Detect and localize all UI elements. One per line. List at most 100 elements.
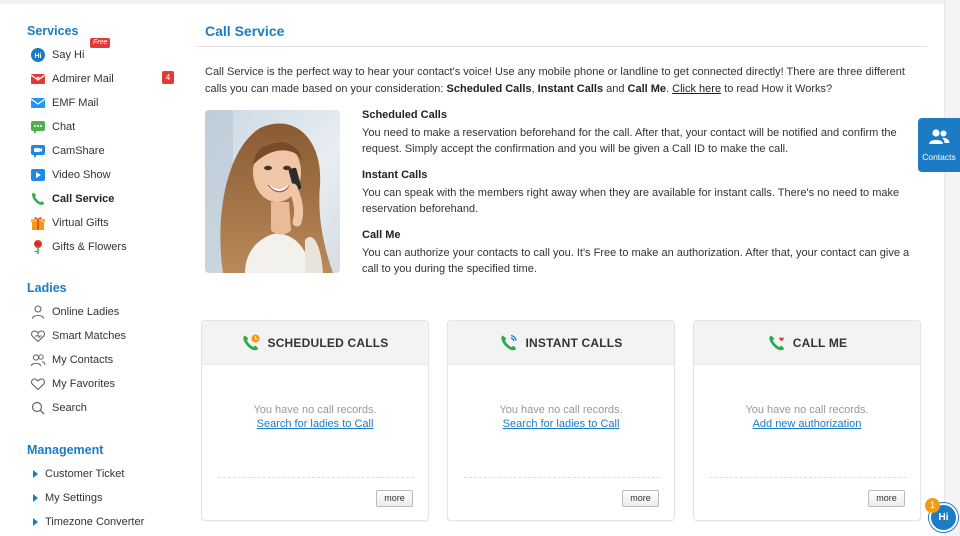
services-heading: Services bbox=[27, 24, 79, 38]
sidebar-item-my-settings[interactable]: My Settings bbox=[33, 490, 102, 506]
sidebar-item-label: Call Service bbox=[52, 193, 115, 205]
admirer-mail-icon bbox=[30, 71, 46, 87]
contacts-side-tab[interactable]: Contacts bbox=[918, 118, 960, 172]
intro-call-me: Call Me bbox=[627, 82, 667, 95]
sidebar-item-label: Smart Matches bbox=[52, 330, 126, 342]
how-it-works-link[interactable]: Click here bbox=[672, 83, 721, 95]
instant-calls-card: INSTANT CALLS You have no call records. … bbox=[447, 320, 675, 521]
sidebar-item-emf-mail[interactable]: EMF Mail bbox=[30, 94, 98, 112]
more-button[interactable]: more bbox=[376, 490, 413, 507]
instant-calls-description: Instant Calls You can speak with the mem… bbox=[362, 167, 922, 218]
user-icon bbox=[30, 304, 46, 320]
sidebar-item-label: Search bbox=[52, 402, 87, 414]
sidebar-item-my-contacts[interactable]: My Contacts bbox=[30, 351, 113, 369]
sidebar-item-label: Virtual Gifts bbox=[52, 217, 109, 229]
sidebar-item-call-service[interactable]: Call Service bbox=[30, 190, 114, 208]
scheduled-calls-description: Scheduled Calls You need to make a reser… bbox=[362, 107, 922, 158]
woman-on-phone-photo bbox=[205, 110, 340, 273]
phone-icon bbox=[30, 191, 46, 207]
sidebar-item-online-ladies[interactable]: Online Ladies bbox=[30, 303, 119, 321]
sidebar-item-label: Online Ladies bbox=[52, 306, 120, 318]
add-authorization-link[interactable]: Add new authorization bbox=[694, 418, 920, 430]
description-text: You can speak with the members right awa… bbox=[362, 186, 900, 216]
call-me-card: CALL ME You have no call records. Add ne… bbox=[693, 320, 921, 521]
card-title: INSTANT CALLS bbox=[525, 335, 623, 350]
page-title: Call Service bbox=[205, 23, 285, 39]
card-title: SCHEDULED CALLS bbox=[267, 335, 389, 350]
call-me-icon bbox=[767, 333, 787, 353]
sidebar-item-virtual-gifts[interactable]: Virtual Gifts bbox=[30, 214, 109, 232]
heart-outline-icon bbox=[30, 328, 46, 344]
card-header: CALL ME bbox=[694, 321, 920, 365]
contacts-icon bbox=[929, 129, 950, 144]
sidebar-item-smart-matches[interactable]: Smart Matches bbox=[30, 327, 126, 345]
card-divider bbox=[710, 477, 906, 478]
title-divider bbox=[196, 46, 927, 47]
sidebar-item-say-hi[interactable]: Hi Say Hi Free bbox=[30, 38, 111, 64]
call-me-description: Call Me You can authorize your contacts … bbox=[362, 227, 922, 278]
sidebar-item-label: Gifts & Flowers bbox=[52, 241, 127, 253]
description-title: Scheduled Calls bbox=[362, 109, 447, 121]
contacts-tab-label: Contacts bbox=[922, 152, 956, 162]
card-divider bbox=[218, 477, 414, 478]
sidebar-item-search[interactable]: Search bbox=[30, 399, 87, 417]
sidebar-item-label: EMF Mail bbox=[52, 97, 99, 109]
flower-icon bbox=[30, 239, 46, 255]
more-button[interactable]: more bbox=[868, 490, 905, 507]
intro-instant-calls: Instant Calls bbox=[537, 82, 604, 95]
intro-paragraph: Call Service is the perfect way to hear … bbox=[205, 64, 927, 97]
intro-text-end: to read How it Works? bbox=[721, 82, 833, 95]
intro-separator: and bbox=[603, 82, 628, 95]
card-divider bbox=[464, 477, 660, 478]
sidebar-item-customer-ticket[interactable]: Customer Ticket bbox=[33, 466, 124, 482]
caret-right-icon bbox=[33, 494, 38, 502]
card-header: SCHEDULED CALLS bbox=[202, 321, 428, 365]
card-title: CALL ME bbox=[792, 335, 848, 350]
sidebar-item-label: Video Show bbox=[52, 169, 111, 181]
sidebar-item-label: Admirer Mail bbox=[52, 73, 114, 85]
intro-scheduled-calls: Scheduled Calls bbox=[446, 82, 532, 95]
caret-right-icon bbox=[33, 470, 38, 478]
say-hi-icon: Hi bbox=[30, 47, 46, 63]
mail-icon bbox=[30, 95, 46, 111]
description-title: Call Me bbox=[362, 229, 401, 241]
empty-records-text: You have no call records. bbox=[499, 404, 623, 416]
instant-call-icon bbox=[499, 333, 519, 353]
sidebar-item-timezone-converter[interactable]: Timezone Converter bbox=[33, 514, 144, 530]
sidebar-item-video-show[interactable]: Video Show bbox=[30, 166, 111, 184]
sidebar-item-label: My Favorites bbox=[52, 378, 115, 390]
chat-icon bbox=[30, 119, 46, 135]
empty-records-text: You have no call records. bbox=[745, 404, 869, 416]
sidebar: Services Hi Say Hi Free Admirer Mail 4 E… bbox=[0, 0, 185, 536]
sidebar-item-gifts-flowers[interactable]: Gifts & Flowers bbox=[30, 238, 127, 256]
video-icon bbox=[30, 167, 46, 183]
sidebar-item-chat[interactable]: Chat bbox=[30, 118, 75, 136]
caret-right-icon bbox=[33, 518, 38, 526]
search-icon bbox=[30, 400, 46, 416]
more-button[interactable]: more bbox=[622, 490, 659, 507]
sidebar-item-admirer-mail[interactable]: Admirer Mail 4 bbox=[30, 70, 174, 88]
sidebar-item-label: Timezone Converter bbox=[45, 516, 145, 528]
gift-icon bbox=[30, 215, 46, 231]
search-ladies-link[interactable]: Search for ladies to Call bbox=[202, 418, 428, 430]
heart-icon bbox=[30, 376, 46, 392]
search-ladies-link[interactable]: Search for ladies to Call bbox=[448, 418, 674, 430]
contacts-icon bbox=[30, 352, 46, 368]
sidebar-item-label: CamShare bbox=[52, 145, 105, 157]
management-heading: Management bbox=[27, 443, 104, 457]
description-text: You need to make a reservation beforehan… bbox=[362, 126, 897, 156]
description-text: You can authorize your contacts to call … bbox=[362, 246, 910, 276]
card-header: INSTANT CALLS bbox=[448, 321, 674, 365]
sidebar-item-my-favorites[interactable]: My Favorites bbox=[30, 375, 115, 393]
sidebar-item-label: Chat bbox=[52, 121, 76, 133]
sidebar-item-label: My Settings bbox=[45, 492, 103, 504]
svg-text:Hi: Hi bbox=[35, 53, 42, 60]
description-title: Instant Calls bbox=[362, 169, 428, 181]
scheduled-call-icon bbox=[241, 333, 261, 353]
sidebar-item-label: Say Hi bbox=[52, 49, 85, 61]
ladies-heading: Ladies bbox=[27, 281, 67, 295]
sidebar-item-camshare[interactable]: CamShare bbox=[30, 142, 105, 160]
sidebar-item-label: My Contacts bbox=[52, 354, 114, 366]
page-scrollbar[interactable] bbox=[944, 0, 960, 536]
camshare-icon bbox=[30, 143, 46, 159]
